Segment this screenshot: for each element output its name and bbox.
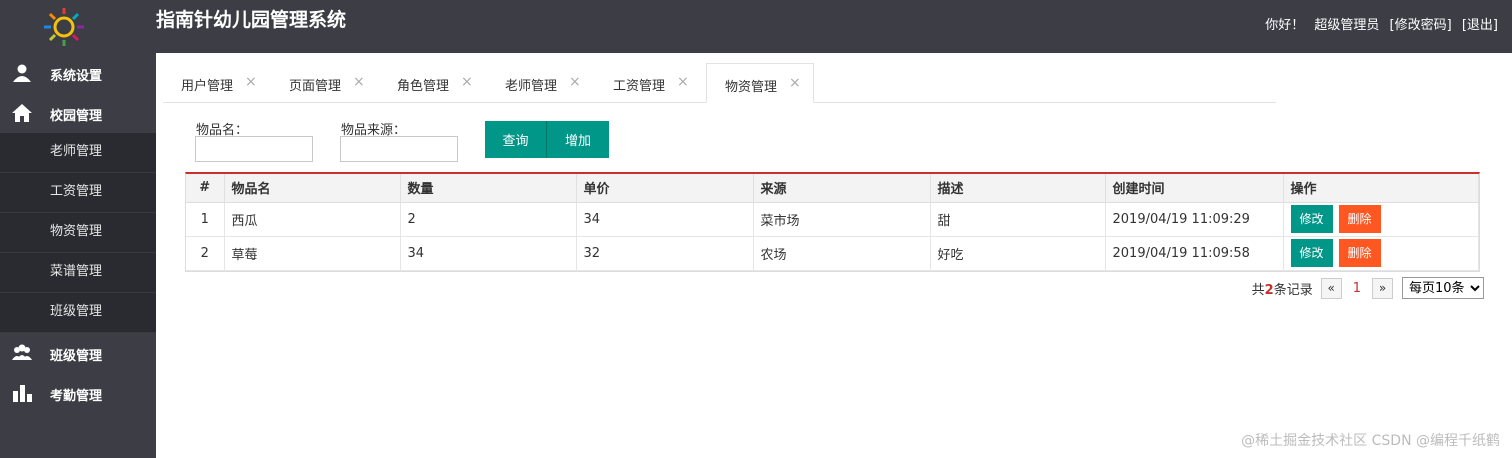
column-header: # — [186, 174, 225, 203]
cell-actions: 修改 删除 — [1283, 236, 1479, 271]
sidebar-item-classes[interactable]: 班级管理 — [0, 333, 156, 373]
column-header: 创建时间 — [1105, 174, 1284, 203]
column-header: 来源 — [753, 174, 931, 203]
cell-name: 西瓜 — [224, 202, 401, 237]
close-icon[interactable]: × — [789, 75, 801, 91]
current-page[interactable]: 1 — [1353, 281, 1361, 296]
delete-button[interactable]: 删除 — [1338, 205, 1381, 233]
top-header: 指南针幼儿园管理系统 你好！ 超级管理员 [修改密码] [退出] — [0, 0, 1512, 53]
sidebar-item-label: 班级管理 — [50, 349, 103, 364]
cell-price: 34 — [576, 202, 754, 237]
sidebar-subitem-teachers[interactable]: 老师管理 — [0, 133, 156, 173]
cell-qty: 2 — [400, 202, 577, 237]
cell-desc: 好吃 — [930, 236, 1106, 271]
item-source-input[interactable] — [340, 136, 458, 162]
tab-bar: 用户管理 × 页面管理 × 角色管理 × 老师管理 × 工资管理 × 物资管理 … — [163, 63, 1276, 103]
sidebar-item-attendance[interactable]: 考勤管理 — [0, 373, 156, 413]
tab-label: 物资管理 — [725, 80, 778, 95]
column-header: 描述 — [930, 174, 1106, 203]
column-header: 数量 — [400, 174, 577, 203]
tab-label: 老师管理 — [505, 79, 558, 94]
username: 超级管理员 — [1314, 18, 1380, 33]
total-records: 共2条记录 — [1251, 282, 1313, 298]
cell-desc: 甜 — [930, 202, 1106, 237]
sidebar-item-system-settings[interactable]: 系统设置 — [0, 53, 156, 93]
add-button[interactable]: 增加 — [547, 121, 609, 158]
cell-created: 2019/04/19 11:09:29 — [1105, 202, 1284, 237]
close-icon[interactable]: × — [353, 74, 365, 90]
close-icon[interactable]: × — [461, 74, 473, 90]
tab-materials[interactable]: 物资管理 × — [706, 63, 814, 103]
app-title: 指南针幼儿园管理系统 — [156, 9, 347, 31]
close-icon[interactable]: × — [569, 74, 581, 90]
watermark: @稀土掘金技术社区 CSDN @编程千纸鹤 — [1241, 433, 1500, 449]
item-name-input[interactable] — [195, 136, 313, 162]
prev-page-button[interactable]: « — [1320, 277, 1342, 299]
edit-button[interactable]: 修改 — [1290, 205, 1333, 233]
query-button[interactable]: 查询 — [485, 121, 547, 158]
table-row: 2 草莓 34 32 农场 好吃 2019/04/19 11:09:58 修改删… — [186, 236, 1479, 271]
column-header: 物品名 — [224, 174, 401, 203]
sidebar: 系统设置 校园管理 老师管理 工资管理 物资管理 菜谱管理 班级管理 班级管理 … — [0, 53, 156, 458]
page-size-select[interactable]: 每页10条 — [1402, 277, 1484, 299]
sidebar-item-label: 考勤管理 — [50, 389, 103, 404]
sidebar-item-label: 校园管理 — [50, 109, 103, 124]
campus-submenu: 老师管理 工资管理 物资管理 菜谱管理 班级管理 — [0, 133, 156, 333]
next-page-button[interactable]: » — [1372, 277, 1393, 299]
cell-price: 32 — [576, 236, 754, 271]
tab-roles[interactable]: 角色管理 × — [379, 63, 487, 103]
tab-pages[interactable]: 页面管理 × — [271, 63, 379, 103]
logout-link[interactable]: [退出] — [1462, 18, 1498, 33]
user-bar: 你好！ 超级管理员 [修改密码] [退出] — [1259, 14, 1498, 33]
tab-label: 页面管理 — [289, 79, 342, 94]
home-icon — [12, 104, 32, 122]
logo-icon — [44, 8, 84, 46]
close-icon[interactable]: × — [245, 74, 257, 90]
cell-actions: 修改 删除 — [1283, 202, 1479, 237]
bar-chart-icon — [13, 385, 32, 402]
tab-teachers[interactable]: 老师管理 × — [487, 63, 595, 103]
tab-salary[interactable]: 工资管理 × — [595, 63, 703, 103]
sidebar-subitem-materials[interactable]: 物资管理 — [0, 213, 156, 253]
sidebar-subitem-salary[interactable]: 工资管理 — [0, 173, 156, 213]
change-password-link[interactable]: [修改密码] — [1390, 18, 1452, 33]
delete-button[interactable]: 删除 — [1338, 239, 1381, 267]
sidebar-item-label: 系统设置 — [50, 69, 103, 84]
cell-name: 草莓 — [224, 236, 401, 271]
tab-label: 用户管理 — [181, 79, 234, 94]
cell-no: 1 — [186, 202, 225, 237]
cell-source: 菜市场 — [753, 202, 931, 237]
materials-table: # 物品名 数量 单价 来源 描述 创建时间 操作 1 西瓜 2 34 菜市场 … — [185, 172, 1480, 272]
cell-qty: 34 — [400, 236, 577, 271]
group-icon — [12, 344, 32, 360]
pagination: 共2条记录 « 1 » 每页10条 — [1252, 277, 1484, 299]
column-header: 单价 — [576, 174, 754, 203]
cell-no: 2 — [186, 236, 225, 271]
tab-label: 角色管理 — [397, 79, 450, 94]
greeting-text: 你好！ — [1265, 18, 1305, 33]
cell-created: 2019/04/19 11:09:58 — [1105, 236, 1284, 271]
column-header: 操作 — [1283, 174, 1479, 203]
close-icon[interactable]: × — [677, 74, 689, 90]
user-icon — [13, 64, 31, 82]
cell-source: 农场 — [753, 236, 931, 271]
sidebar-subitem-recipes[interactable]: 菜谱管理 — [0, 253, 156, 293]
tab-label: 工资管理 — [613, 79, 666, 94]
table-header-row: # 物品名 数量 单价 来源 描述 创建时间 操作 — [186, 174, 1479, 203]
edit-button[interactable]: 修改 — [1290, 239, 1333, 267]
tab-users[interactable]: 用户管理 × — [163, 63, 271, 103]
table-row: 1 西瓜 2 34 菜市场 甜 2019/04/19 11:09:29 修改 删除 — [186, 202, 1479, 237]
sidebar-subitem-classes[interactable]: 班级管理 — [0, 293, 156, 333]
sidebar-item-campus[interactable]: 校园管理 — [0, 93, 156, 133]
